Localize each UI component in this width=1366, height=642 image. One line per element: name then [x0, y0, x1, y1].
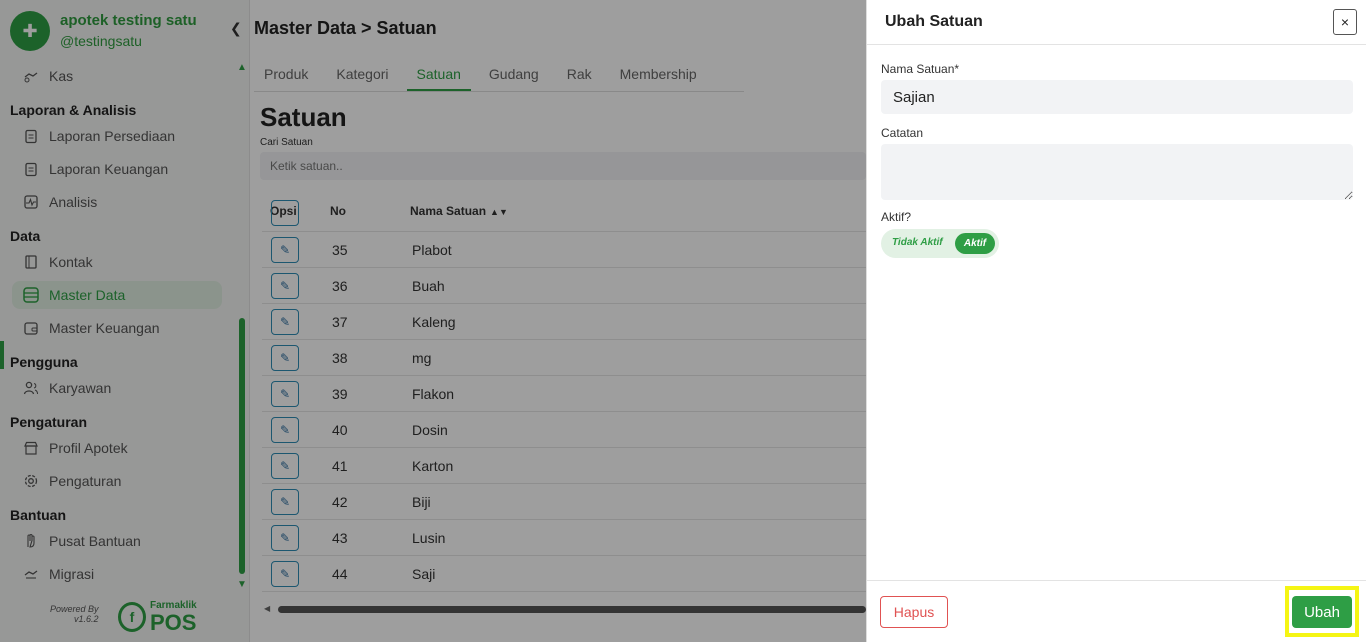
edit-satuan-drawer: Ubah Satuan × Nama Satuan* Catatan Aktif… — [866, 0, 1366, 642]
aktif-label: Aktif? — [881, 210, 912, 224]
hapus-button[interactable]: Hapus — [880, 596, 948, 628]
nama-satuan-input[interactable] — [881, 80, 1353, 114]
drawer-title: Ubah Satuan — [885, 13, 983, 30]
modal-backdrop[interactable] — [0, 0, 866, 642]
close-button[interactable]: × — [1333, 9, 1357, 35]
drawer-footer: Hapus Ubah — [867, 580, 1366, 642]
toggle-option-tidak-aktif[interactable]: Tidak Aktif — [892, 237, 943, 248]
toggle-option-aktif[interactable]: Aktif — [955, 233, 995, 254]
drawer-header: Ubah Satuan × — [867, 0, 1366, 45]
nama-satuan-label: Nama Satuan* — [881, 62, 960, 76]
catatan-label: Catatan — [881, 126, 924, 140]
ubah-button[interactable]: Ubah — [1292, 596, 1352, 628]
catatan-textarea[interactable] — [881, 144, 1353, 200]
aktif-toggle[interactable]: Tidak Aktif Aktif — [881, 229, 999, 258]
close-icon: × — [1340, 14, 1350, 30]
